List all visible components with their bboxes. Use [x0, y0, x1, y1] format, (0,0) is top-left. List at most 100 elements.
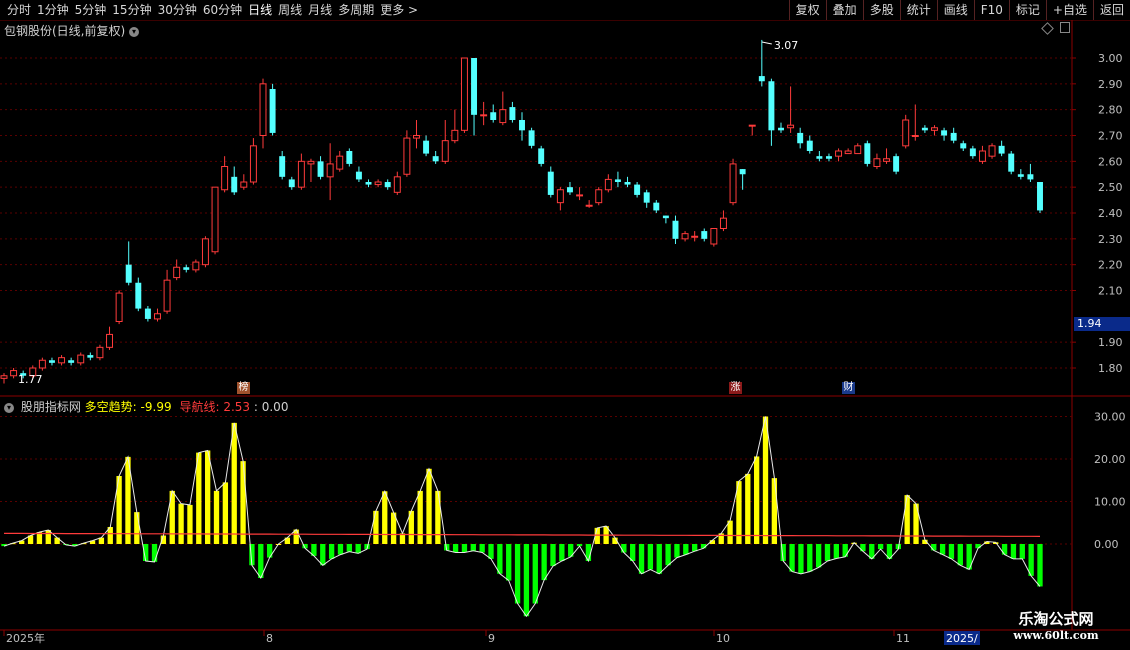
candle-body-down	[797, 132, 804, 144]
price-axis-label: 2.90	[1098, 78, 1123, 91]
candle-body-up	[249, 145, 257, 183]
candle-body-up	[460, 57, 468, 131]
candle-body-down	[538, 148, 545, 164]
indicator-bar	[860, 544, 866, 552]
low-price-label: 1.77	[18, 373, 43, 386]
indicator-bar	[621, 544, 627, 553]
indicator-bar	[771, 478, 778, 544]
indicator-bar	[957, 544, 963, 566]
candle-body-down	[288, 179, 295, 188]
indicator-bar	[931, 544, 937, 551]
current-date-label: 2025/	[946, 632, 978, 645]
candle-body-up	[499, 109, 507, 124]
indicator-bar	[665, 544, 671, 566]
price-axis-label: 2.30	[1098, 233, 1123, 246]
candle-body-down	[125, 264, 132, 283]
indicator-bar	[948, 544, 955, 559]
candle-body-down	[998, 145, 1005, 154]
indicator-bar	[1019, 544, 1025, 559]
indicator-bar	[337, 544, 344, 555]
price-axis-label: 2.40	[1098, 207, 1123, 220]
price-axis-label: 2.10	[1098, 285, 1123, 298]
candle-body-down	[739, 169, 746, 175]
candle-body-down	[519, 120, 525, 131]
price-axis-label: 3.00	[1098, 52, 1123, 65]
candle-body-up	[844, 150, 852, 155]
indicator-title[interactable]: ▾ 股朋指标网 多空趋势: -9.99 导航线: 2.53 : 0.00	[4, 398, 288, 415]
indicator-bar	[426, 468, 432, 544]
marker-bang[interactable]: 榜	[237, 382, 250, 394]
candle-body-down	[816, 156, 823, 159]
indicator-bar	[815, 544, 822, 568]
indicator-bar	[630, 544, 636, 561]
candle-body-down	[48, 360, 55, 363]
indicator-bar	[939, 544, 946, 555]
price-axis-label: 1.90	[1098, 336, 1123, 349]
indicator-bar	[1028, 544, 1034, 576]
candle-body-up	[10, 370, 18, 377]
candle-body-up	[163, 279, 171, 312]
indicator-bar	[506, 544, 512, 581]
candle-body-down	[384, 182, 391, 188]
candle-body-up	[931, 127, 938, 131]
candle-body-up	[604, 178, 612, 191]
indicator-bar	[479, 544, 485, 553]
chevron-down-icon[interactable]: ▾	[129, 26, 140, 37]
candle-body-up	[480, 114, 488, 117]
indicator-bar	[550, 544, 556, 567]
indicator-bar	[647, 544, 654, 570]
indicator-bar	[559, 544, 565, 561]
candle-body-up	[192, 261, 200, 271]
main-chart-title[interactable]: 包钢股份(日线,前复权) ▾	[4, 22, 142, 39]
indicator-bar	[178, 503, 184, 544]
indicator-bar	[320, 544, 326, 566]
candle-body-up	[595, 189, 603, 204]
candle-body-down	[279, 156, 286, 177]
candle-body-up	[719, 217, 727, 230]
indicator-bar	[488, 544, 494, 559]
candle-body-up	[403, 137, 411, 175]
indicator-axis-label: 0.00	[1094, 538, 1119, 551]
indicator-axis-label: 10.00	[1094, 496, 1126, 509]
candle-body-up	[710, 228, 718, 245]
candle-body-down	[528, 130, 535, 146]
candle-body-down	[825, 156, 832, 159]
indicator-bar	[1010, 544, 1017, 559]
candle-body-up	[154, 313, 161, 320]
candle-body-up	[451, 129, 459, 142]
marker-cai[interactable]: 财	[842, 382, 855, 394]
candle-body-down	[355, 171, 362, 180]
trend-value: -9.99	[140, 400, 172, 414]
indicator-bar	[762, 416, 769, 544]
indicator-bar	[975, 544, 981, 549]
chart-canvas[interactable]: 3.00 2.90 2.80 2.70 2.60 2.50 2.40 2.30 2.20 2.10…	[0, 0, 1130, 650]
candle-body-up	[873, 158, 881, 167]
indicator-bar	[656, 544, 662, 574]
candle-body-down	[701, 231, 708, 239]
candle-body-down	[634, 184, 641, 195]
indicator-bar	[373, 510, 379, 544]
zero-value: 0.00	[261, 400, 289, 414]
candle-body-down	[346, 151, 353, 164]
indicator-bar	[470, 544, 476, 551]
candle-body-down	[490, 112, 497, 120]
candle-body-down	[921, 127, 928, 131]
candle-body-down	[778, 127, 784, 131]
candle-body-up	[374, 181, 382, 186]
date-label: 8	[266, 632, 273, 645]
pane-toggle-icon[interactable]	[1060, 22, 1070, 33]
price-axis-label: 2.20	[1098, 259, 1123, 272]
chevron-down-icon[interactable]: ▾	[4, 402, 14, 413]
indicator-bar	[205, 450, 211, 544]
candle-body-up	[556, 189, 564, 204]
current-price-tag: 1.94	[1074, 317, 1130, 331]
candle-body-up	[787, 124, 795, 129]
candle-body-down	[806, 140, 813, 151]
candle-body-up	[413, 135, 420, 139]
watermark-name: 乐淘公式网	[1018, 610, 1094, 628]
watermark-url: www.60lt.com	[1013, 629, 1099, 642]
candle-body-down	[1017, 174, 1024, 177]
indicator-bar	[452, 544, 459, 553]
marker-zhang[interactable]: 涨	[729, 382, 742, 394]
indicator-bar	[328, 544, 335, 559]
